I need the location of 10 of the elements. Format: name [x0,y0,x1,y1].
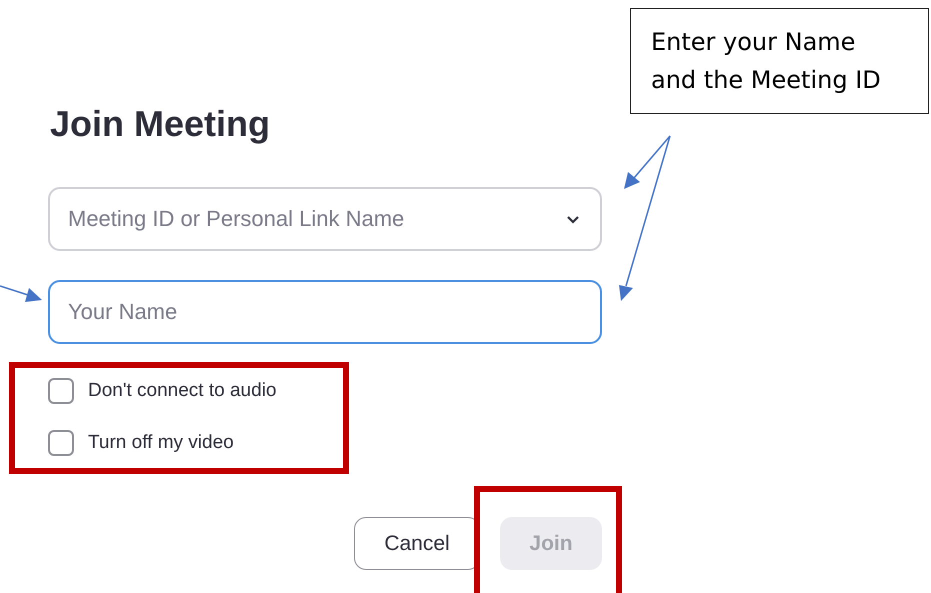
checkbox[interactable] [48,430,74,456]
meeting-id-dropdown[interactable]: Meeting ID or Personal Link Name [48,187,602,251]
callout-text: Enter your Name and the Meeting ID [651,27,882,96]
chevron-down-icon [566,215,580,224]
checkbox[interactable] [48,378,74,404]
dialog-title: Join Meeting [49,102,272,146]
name-input-field[interactable]: Your Name [48,280,602,344]
annotation-arrow [0,285,42,302]
checkbox-label: Don't connect to audio [88,378,276,403]
checkbox-label: Turn off my video [88,430,234,455]
